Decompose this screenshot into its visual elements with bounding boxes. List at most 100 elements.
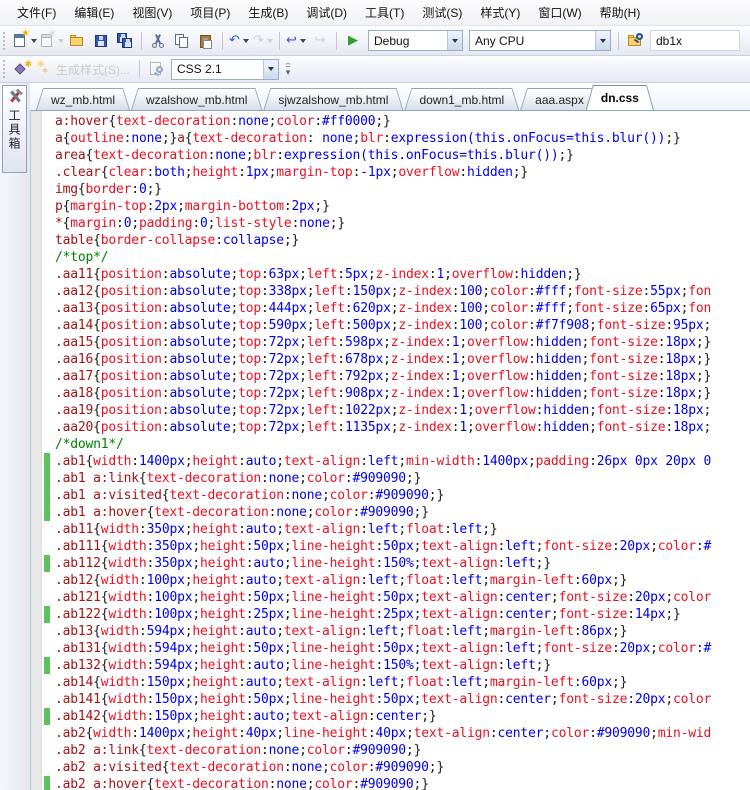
code-line-2[interactable]: a{outline:none;}a{text-decoration: none;… bbox=[31, 130, 750, 147]
new-item-button[interactable]: ★ bbox=[11, 29, 38, 53]
code-line-14[interactable]: .aa15{position:absolute;top:72px;left:59… bbox=[31, 334, 750, 351]
code-line-38[interactable]: .ab2 a:link{text-decoration:none;color:#… bbox=[31, 742, 750, 759]
standard-toolbar: ★ ★ ↶ ↷ bbox=[0, 26, 750, 56]
code-line-22[interactable]: .ab1 a:link{text-decoration:none;color:#… bbox=[31, 470, 750, 487]
code-line-3[interactable]: area{text-decoration:none;blr:expression… bbox=[31, 147, 750, 164]
code-line-36[interactable]: .ab142{width:150px;height:auto;text-alig… bbox=[31, 708, 750, 725]
menu-item-2[interactable]: 视图(V) bbox=[123, 0, 181, 25]
code-line-9[interactable]: /*top*/ bbox=[31, 249, 750, 266]
css-version-dropdown-button[interactable] bbox=[263, 60, 278, 79]
save-button[interactable] bbox=[89, 29, 113, 53]
code-line-33[interactable]: .ab132{width:594px;height:auto;line-heig… bbox=[31, 657, 750, 674]
copy-button[interactable] bbox=[170, 29, 194, 53]
code-line-31[interactable]: .ab13{width:594px;height:auto;text-align… bbox=[31, 623, 750, 640]
menu-item-1[interactable]: 编辑(E) bbox=[65, 0, 123, 25]
code-line-13[interactable]: .aa14{position:absolute;top:590px;left:5… bbox=[31, 317, 750, 334]
open-file-button[interactable] bbox=[65, 29, 89, 53]
code-line-40[interactable]: .ab2 a:hover{text-decoration:none;color:… bbox=[31, 776, 750, 790]
undo-button[interactable]: ↶ bbox=[227, 29, 251, 53]
code-line-10[interactable]: .aa11{position:absolute;top:63px;left:5p… bbox=[31, 266, 750, 283]
code-line-15[interactable]: .aa16{position:absolute;top:72px;left:67… bbox=[31, 351, 750, 368]
code-line-21[interactable]: .ab1{width:1400px;height:auto;text-align… bbox=[31, 453, 750, 470]
change-tracking-bar bbox=[44, 606, 50, 623]
solution-configuration-dropdown-button[interactable] bbox=[447, 31, 462, 50]
code-line-23[interactable]: .ab1 a:visited{text-decoration:none;colo… bbox=[31, 487, 750, 504]
css-version-combobox[interactable]: CSS 2.1 bbox=[171, 59, 279, 80]
code-line-17[interactable]: .aa18{position:absolute;top:72px;left:90… bbox=[31, 385, 750, 402]
menu-item-7[interactable]: 测试(S) bbox=[413, 0, 471, 25]
toolbar-grip[interactable] bbox=[2, 32, 7, 50]
menu-item-9[interactable]: 窗口(W) bbox=[529, 0, 590, 25]
code-line-19[interactable]: .aa20{position:absolute;top:72px;left:11… bbox=[31, 419, 750, 436]
menu-item-6[interactable]: 工具(T) bbox=[356, 0, 413, 25]
toolbox-icon bbox=[7, 89, 23, 105]
code-line-32[interactable]: .ab131{width:594px;height:50px;line-heig… bbox=[31, 640, 750, 657]
menu-item-3[interactable]: 项目(P) bbox=[181, 0, 239, 25]
code-line-26[interactable]: .ab111{width:350px;height:50px;line-heig… bbox=[31, 538, 750, 555]
toolbox-tab[interactable]: 工具箱 bbox=[2, 85, 27, 173]
toolbar-separator bbox=[222, 32, 223, 50]
document-tab-label: down1_mb.html bbox=[405, 89, 518, 110]
code-line-6[interactable]: p{margin-top:2px;margin-bottom:2px;} bbox=[31, 198, 750, 215]
cut-button[interactable] bbox=[146, 29, 170, 53]
code-text: .ab11{width:350px;height:auto;text-align… bbox=[55, 522, 498, 537]
style-preview-button[interactable] bbox=[144, 57, 168, 81]
build-style-button[interactable]: ✱✱ 生成样式(S)... bbox=[35, 57, 135, 81]
code-line-34[interactable]: .ab14{width:150px;height:auto;text-align… bbox=[31, 674, 750, 691]
left-dock-strip: 工具箱 bbox=[0, 83, 30, 790]
code-line-29[interactable]: .ab121{width:100px;height:50px;line-heig… bbox=[31, 589, 750, 606]
menu-item-8[interactable]: 样式(Y) bbox=[471, 0, 529, 25]
navigate-forward-icon: ↪ bbox=[315, 33, 326, 49]
code-line-30[interactable]: .ab122{width:100px;height:25px;line-heig… bbox=[31, 606, 750, 623]
code-lines: a:hover{text-decoration:none;color:#ff00… bbox=[31, 113, 750, 790]
code-text: table{border-collapse:collapse;} bbox=[55, 233, 299, 248]
document-tab-sjwzalshow_mb.html[interactable]: sjwzalshow_mb.html bbox=[263, 88, 403, 110]
solution-platform-dropdown-button[interactable] bbox=[595, 31, 610, 50]
save-all-button[interactable] bbox=[113, 29, 137, 53]
code-line-20[interactable]: /*down1*/ bbox=[31, 436, 750, 453]
paste-button[interactable] bbox=[194, 29, 218, 53]
code-line-7[interactable]: *{margin:0;padding:0;list-style:none;} bbox=[31, 215, 750, 232]
toolbar-overflow-button[interactable]: =▾ bbox=[282, 62, 294, 76]
code-line-8[interactable]: table{border-collapse:collapse;} bbox=[31, 232, 750, 249]
menu-item-5[interactable]: 调试(D) bbox=[297, 0, 356, 25]
find-in-files-button[interactable] bbox=[623, 29, 647, 53]
redo-button[interactable]: ↷ bbox=[251, 29, 275, 53]
start-debugging-button[interactable]: ▶ bbox=[341, 29, 365, 53]
navigate-backward-dropdown-arrow bbox=[300, 39, 306, 43]
document-tab-wz_mb.html[interactable]: wz_mb.html bbox=[36, 88, 130, 110]
code-line-18[interactable]: .aa19{position:absolute;top:72px;left:10… bbox=[31, 402, 750, 419]
code-line-5[interactable]: img{border:0;} bbox=[31, 181, 750, 198]
code-line-12[interactable]: .aa13{position:absolute;top:444px;left:6… bbox=[31, 300, 750, 317]
code-line-27[interactable]: .ab112{width:350px;height:auto;line-heig… bbox=[31, 555, 750, 572]
toolbar-grip[interactable] bbox=[2, 60, 7, 78]
document-tab-down1_mb.html[interactable]: down1_mb.html bbox=[404, 88, 519, 110]
code-line-28[interactable]: .ab12{width:100px;height:auto;text-align… bbox=[31, 572, 750, 589]
menu-item-4[interactable]: 生成(B) bbox=[239, 0, 297, 25]
add-item-button[interactable]: ★ bbox=[38, 29, 65, 53]
code-text: .ab112{width:350px;height:auto;line-heig… bbox=[55, 556, 551, 571]
menu-item-0[interactable]: 文件(F) bbox=[8, 0, 65, 25]
code-line-16[interactable]: .aa17{position:absolute;top:72px;left:79… bbox=[31, 368, 750, 385]
document-tab-wzalshow_mb.html[interactable]: wzalshow_mb.html bbox=[131, 88, 262, 110]
code-line-39[interactable]: .ab2 a:visited{text-decoration:none;colo… bbox=[31, 759, 750, 776]
code-line-35[interactable]: .ab141{width:150px;height:50px;line-heig… bbox=[31, 691, 750, 708]
apply-styles-button[interactable]: ✱ bbox=[11, 57, 35, 81]
solution-platform-combobox[interactable]: Any CPU bbox=[469, 30, 611, 51]
code-line-1[interactable]: a:hover{text-decoration:none;color:#ff00… bbox=[31, 113, 750, 130]
code-line-25[interactable]: .ab11{width:350px;height:auto;text-align… bbox=[31, 521, 750, 538]
save-all-icon bbox=[117, 33, 133, 49]
navigate-forward-button[interactable]: ↪ bbox=[308, 29, 332, 53]
document-tab-label: dn.css bbox=[587, 86, 653, 110]
solution-platform-value: Any CPU bbox=[470, 34, 595, 48]
code-line-24[interactable]: .ab1 a:hover{text-decoration:none;color:… bbox=[31, 504, 750, 521]
find-combobox[interactable]: db1x bbox=[650, 30, 740, 51]
menu-item-10[interactable]: 帮助(H) bbox=[591, 0, 650, 25]
code-line-37[interactable]: .ab2{width:1400px;height:40px;line-heigh… bbox=[31, 725, 750, 742]
navigate-backward-button[interactable]: ↩ bbox=[284, 29, 308, 53]
code-line-4[interactable]: .clear{clear:both;height:1px;margin-top:… bbox=[31, 164, 750, 181]
code-line-11[interactable]: .aa12{position:absolute;top:338px;left:1… bbox=[31, 283, 750, 300]
solution-configuration-combobox[interactable]: Debug bbox=[368, 30, 463, 51]
css-code-editor[interactable]: a:hover{text-decoration:none;color:#ff00… bbox=[30, 110, 750, 790]
document-tab-dn.css[interactable]: dn.css bbox=[586, 85, 654, 110]
